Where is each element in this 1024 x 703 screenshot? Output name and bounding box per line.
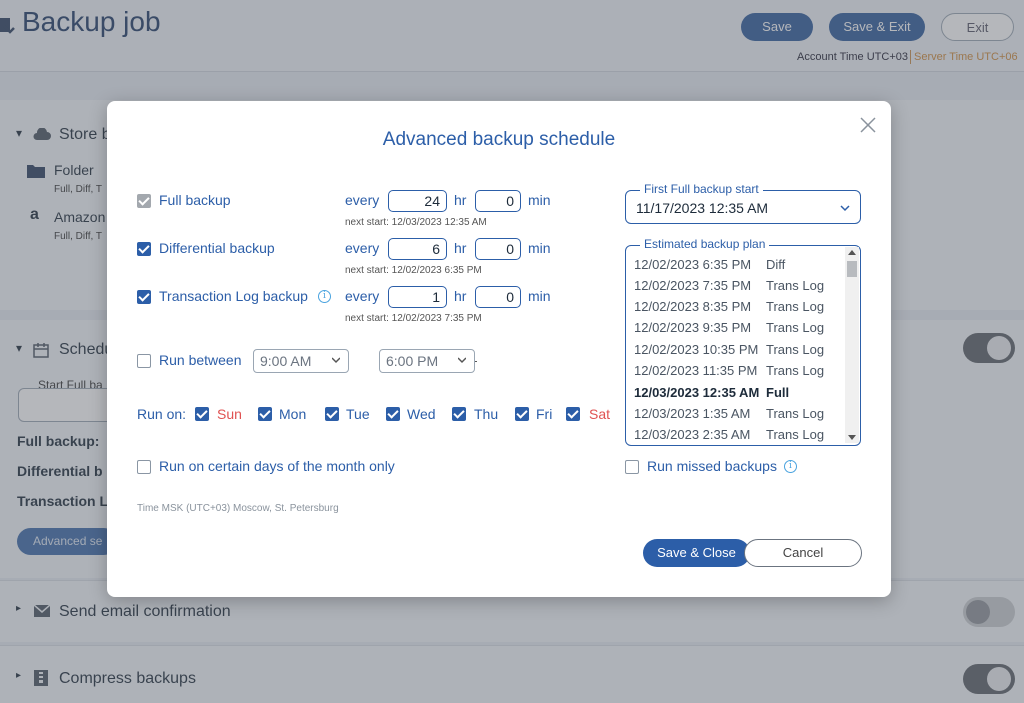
plan-row: 12/02/2023 6:35 PM Diff — [634, 257, 786, 272]
transaction-log-label: Transaction Log backup — [159, 288, 308, 304]
first-full-start-select[interactable]: First Full backup start 11/17/2023 12:35… — [625, 182, 861, 224]
run-between-label: Run between — [159, 352, 242, 368]
save-close-button[interactable]: Save & Close — [643, 539, 750, 567]
diff-next-start: next start: 12/02/2023 6:35 PM — [345, 265, 482, 276]
day-checkbox-fri[interactable] — [515, 407, 529, 421]
plan-row: 12/02/2023 9:35 PM Trans Log — [634, 320, 825, 335]
diff-minutes-input[interactable]: 0 — [475, 238, 521, 260]
first-full-start-value: 11/17/2023 12:35 AM — [636, 200, 769, 216]
run-between-from-select[interactable]: 9:00 AM — [253, 349, 349, 373]
plan-row: 12/03/2023 12:35 AM Full — [634, 385, 790, 400]
run-between-from-value: 9:00 AM — [260, 353, 312, 369]
plan-row: 12/02/2023 8:35 PM Trans Log — [634, 299, 825, 314]
day-label-tue: Tue — [346, 406, 370, 422]
cancel-button[interactable]: Cancel — [744, 539, 862, 567]
scroll-down-icon[interactable] — [848, 435, 856, 440]
run-month-days-checkbox[interactable] — [137, 460, 151, 474]
trans-hours-input[interactable]: 1 — [388, 286, 447, 308]
every-label: every — [345, 288, 380, 304]
trans-next-start: next start: 12/02/2023 7:35 PM — [345, 313, 482, 324]
plan-row: 12/02/2023 11:35 PM Trans Log — [634, 363, 825, 378]
chevron-down-icon — [840, 205, 850, 212]
hr-label: hr — [454, 240, 467, 256]
scroll-thumb[interactable] — [847, 261, 857, 277]
dialog-title: Advanced backup schedule — [382, 129, 616, 150]
run-on-label: Run on: — [137, 406, 187, 422]
differential-label: Differential backup — [159, 240, 275, 256]
scroll-up-icon[interactable] — [848, 250, 856, 255]
timezone-note: Time MSK (UTC+03) Moscow, St. Petersburg — [137, 503, 339, 514]
trans-minutes-input[interactable]: 0 — [475, 286, 521, 308]
min-label: min — [528, 192, 551, 208]
info-icon[interactable]: i — [784, 460, 797, 473]
chevron-down-icon — [332, 357, 340, 364]
every-label: every — [345, 240, 380, 256]
day-checkbox-sat[interactable] — [566, 407, 580, 421]
day-checkbox-mon[interactable] — [258, 407, 272, 421]
close-icon[interactable] — [859, 116, 877, 134]
full-minutes-input[interactable]: 0 — [475, 190, 521, 212]
every-label: every — [345, 192, 380, 208]
day-checkbox-thu[interactable] — [452, 407, 466, 421]
day-label-sat: Sat — [589, 406, 611, 422]
hr-label: hr — [454, 288, 467, 304]
day-label-fri: Fri — [536, 406, 553, 422]
min-label: min — [528, 240, 551, 256]
diff-hours-input[interactable]: 6 — [388, 238, 447, 260]
run-between-to-select[interactable]: 6:00 PM — [379, 349, 475, 373]
day-checkbox-tue[interactable] — [325, 407, 339, 421]
hr-label: hr — [454, 192, 467, 208]
estimated-plan-legend: Estimated backup plan — [640, 237, 770, 251]
day-label-thu: Thu — [474, 406, 499, 422]
advanced-schedule-dialog: Advanced backup schedule Full backup eve… — [107, 101, 891, 597]
run-between-to-value: 6:00 PM — [386, 353, 439, 369]
run-between-checkbox[interactable] — [137, 354, 151, 368]
run-missed-checkbox[interactable] — [625, 460, 639, 474]
plan-scrollbar[interactable] — [845, 247, 859, 443]
day-checkbox-sun[interactable] — [195, 407, 209, 421]
transaction-log-checkbox[interactable] — [137, 290, 151, 304]
differential-checkbox[interactable] — [137, 242, 151, 256]
plan-row: 12/03/2023 1:35 AM Trans Log — [634, 406, 825, 421]
run-missed-label: Run missed backups — [647, 458, 777, 474]
day-label-mon: Mon — [279, 406, 307, 422]
run-month-days-label: Run on certain days of the month only — [159, 458, 395, 474]
day-label-sun: Sun — [217, 406, 242, 422]
full-backup-label: Full backup — [159, 192, 231, 208]
plan-row: 12/03/2023 2:35 AM Trans Log — [634, 427, 825, 442]
chevron-down-icon — [458, 357, 466, 364]
min-label: min — [528, 288, 551, 304]
day-checkbox-wed[interactable] — [386, 407, 400, 421]
plan-row: 12/02/2023 10:35 PM Trans Log — [634, 342, 825, 357]
first-full-start-legend: First Full backup start — [640, 182, 763, 196]
info-icon[interactable]: i — [318, 290, 331, 303]
full-backup-checkbox[interactable] — [137, 194, 151, 208]
day-label-wed: Wed — [407, 406, 436, 422]
full-hours-input[interactable]: 24 — [388, 190, 447, 212]
plan-row: 12/02/2023 7:35 PM Trans Log — [634, 278, 825, 293]
estimated-plan-list[interactable]: Estimated backup plan 12/02/2023 6:35 PM… — [625, 237, 861, 446]
full-next-start: next start: 12/03/2023 12:35 AM — [345, 217, 487, 228]
